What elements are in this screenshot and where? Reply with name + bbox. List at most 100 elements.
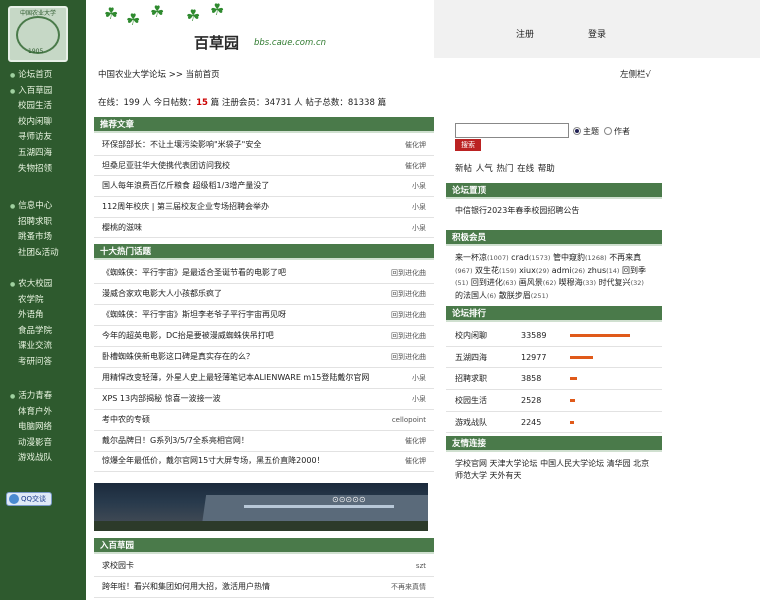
post-title[interactable]: 《蜘蛛侠：平行宇宙》斯坦李老爷子平行宇宙再见呀 xyxy=(102,310,286,319)
list-item[interactable]: 坦桑尼亚驻华大使携代表团访问我校 催化钾 xyxy=(94,156,434,177)
nav-item[interactable]: 农学院 xyxy=(0,293,86,309)
member-name[interactable]: crad xyxy=(511,253,529,262)
nav-item[interactable]: 五湖四海 xyxy=(0,146,86,162)
post-author[interactable]: 催化钾 xyxy=(405,451,426,471)
post-author[interactable]: 回到进化曲 xyxy=(391,347,426,367)
left-sidebar-toggle[interactable]: 左侧栏√ xyxy=(620,68,651,80)
post-author[interactable]: 回到进化曲 xyxy=(391,326,426,346)
post-author[interactable]: 催化钾 xyxy=(405,156,426,176)
post-title[interactable]: 樱桃的滋味 xyxy=(102,223,142,232)
post-title[interactable]: 卧槽蜘蛛侠新电影这口碑是真实存在的么？ xyxy=(102,352,254,361)
nav-item[interactable]: 游戏战队 xyxy=(0,451,86,467)
post-author[interactable]: 小泉 xyxy=(412,389,426,409)
post-author[interactable]: szt xyxy=(416,556,426,576)
nav-item[interactable]: 农大校园 xyxy=(0,277,86,293)
search-button[interactable]: 搜索 xyxy=(455,139,481,151)
post-author[interactable]: 回到进化曲 xyxy=(391,284,426,304)
post-title[interactable]: 跨年啦！看兴和集团如何用大招，激活用户热情 xyxy=(102,582,270,591)
post-title[interactable]: 戴尔品牌日！G系列3/5/7全系亮相官网！ xyxy=(102,436,249,445)
login-link[interactable]: 登录 xyxy=(588,27,606,40)
post-author[interactable]: 不再来真情 xyxy=(391,577,426,597)
nav-item[interactable]: 电脑网络 xyxy=(0,420,86,436)
list-item[interactable]: XPS 13内部揭秘 惊喜一波接一波 小泉 xyxy=(94,389,434,410)
breadcrumb[interactable]: 中国农业大学论坛 >> 当前首页 xyxy=(98,68,220,80)
list-item[interactable]: 樱桃的滋味 小泉 xyxy=(94,218,434,239)
member-name[interactable]: 散朕步眉 xyxy=(499,291,531,300)
ranking-row[interactable]: 校园生活 2528 xyxy=(446,390,662,412)
ranking-row[interactable]: 游戏战队 2245 xyxy=(446,412,662,434)
nav-item[interactable]: 校内闲聊 xyxy=(0,115,86,131)
post-author[interactable]: 小泉 xyxy=(412,176,426,196)
member-name[interactable]: admi xyxy=(552,266,572,275)
nav-item[interactable]: 校园生活 xyxy=(0,99,86,115)
list-item[interactable]: 惊爆全年最低价，戴尔官网15寸大屏专场，黑五价直降2000！ 催化钾 xyxy=(94,451,434,472)
post-author[interactable]: 回到进化曲 xyxy=(391,305,426,325)
board-name[interactable]: 招聘求职 xyxy=(455,368,487,389)
quick-links[interactable]: 新帖 人气 热门 在线 帮助 xyxy=(455,162,555,174)
member-name[interactable]: 管中窥豹 xyxy=(553,253,585,262)
friend-links[interactable]: 学校官网 天津大学论坛 中国人民大学论坛 清华园 北京师范大学 天外有天 xyxy=(446,452,662,487)
member-name[interactable]: 回到进化 xyxy=(471,278,503,287)
nav-item[interactable]: 失物招领 xyxy=(0,162,86,178)
list-item[interactable]: 112周年校庆 | 第三届校友企业专场招聘会举办 小泉 xyxy=(94,197,434,218)
post-author[interactable]: cellopoint xyxy=(392,410,426,430)
author-radio[interactable] xyxy=(604,127,612,135)
post-title[interactable]: 坦桑尼亚驻华大使携代表团访问我校 xyxy=(102,161,230,170)
post-title[interactable]: 环保部部长：不让土壤污染影响"米袋子"安全 xyxy=(102,140,261,149)
list-item[interactable]: 《蜘蛛侠：平行宇宙》斯坦李老爷子平行宇宙再见呀 回到进化曲 xyxy=(94,305,434,326)
list-item[interactable]: 《蜘蛛侠：平行宇宙》是最适合圣诞节看的电影了吧 回到进化曲 xyxy=(94,263,434,284)
post-title[interactable]: 考中农的专硕 xyxy=(102,415,150,424)
list-item[interactable]: 求校园卡 szt xyxy=(94,556,434,577)
nav-item[interactable]: 活力青春 xyxy=(0,389,86,405)
nav-item[interactable]: 动漫影音 xyxy=(0,436,86,452)
list-item[interactable]: 卧槽蜘蛛侠新电影这口碑是真实存在的么？ 回到进化曲 xyxy=(94,347,434,368)
nav-item[interactable]: 社团&活动 xyxy=(0,246,86,262)
nav-item[interactable]: 寻师访友 xyxy=(0,130,86,146)
member-name[interactable]: 不再来真 xyxy=(609,253,641,262)
nav-item[interactable]: 信息中心 xyxy=(0,199,86,215)
nav-item[interactable]: 招聘求职 xyxy=(0,215,86,231)
nav-item[interactable]: 入百草园 xyxy=(0,84,86,100)
member-name[interactable]: 来一杯凉 xyxy=(455,253,487,262)
promo-banner-image[interactable]: ⊙⊙⊙⊙⊙ xyxy=(94,483,428,531)
post-title[interactable]: XPS 13内部揭秘 惊喜一波接一波 xyxy=(102,394,221,403)
nav-item[interactable]: 外语角 xyxy=(0,308,86,324)
qq-chat-button[interactable]: QQ交谈 xyxy=(6,492,52,506)
board-name[interactable]: 五湖四海 xyxy=(455,347,487,368)
nav-item[interactable]: 体育户外 xyxy=(0,405,86,421)
list-item[interactable]: 今年的超英电影，DC抬是要被漫威蜘蛛侠吊打吧 回到进化曲 xyxy=(94,326,434,347)
topic-radio[interactable] xyxy=(573,127,581,135)
ranking-row[interactable]: 招聘求职 3858 xyxy=(446,368,662,391)
university-logo[interactable]: 中国农业大学 1905 xyxy=(8,6,68,62)
member-name[interactable]: zhus xyxy=(588,266,607,275)
ranking-row[interactable]: 五湖四海 12977 xyxy=(446,347,662,369)
post-title[interactable]: 今年的超英电影，DC抬是要被漫威蜘蛛侠吊打吧 xyxy=(102,331,274,340)
list-item[interactable]: 国人每年浪费百亿斤粮食 超级稻1/3增产量没了 小泉 xyxy=(94,176,434,198)
list-item[interactable]: 跨年啦！看兴和集团如何用大招，激活用户热情 不再来真情 xyxy=(94,577,434,598)
post-title[interactable]: 用精悍改变轻薄，外星人史上最轻薄笔记本ALIENWARE m15登陆戴尔官网 xyxy=(102,373,369,382)
list-item[interactable]: 考中农的专硕 cellopoint xyxy=(94,410,434,431)
member-name[interactable]: 喫穆海 xyxy=(559,278,583,287)
member-name[interactable]: 双生花 xyxy=(475,266,499,275)
member-name[interactable]: xiux xyxy=(519,266,536,275)
board-name[interactable]: 游戏战队 xyxy=(455,412,487,433)
nav-item[interactable]: 考研问答 xyxy=(0,355,86,371)
post-author[interactable]: 小泉 xyxy=(412,368,426,388)
search-input[interactable] xyxy=(455,123,569,138)
post-author[interactable]: 催化钾 xyxy=(405,135,426,155)
post-author[interactable]: 催化钾 xyxy=(405,431,426,451)
site-banner[interactable]: ☘ ☘ ☘ ☘ ☘ 百草园 bbs.caue.com.cn xyxy=(90,0,433,58)
member-name[interactable]: 回到季 xyxy=(622,266,646,275)
ranking-row[interactable]: 校内闲聊 33589 xyxy=(446,325,662,347)
list-item[interactable]: 漫威合家欢电影大人小孩都乐疯了 回到进化曲 xyxy=(94,284,434,305)
register-link[interactable]: 注册 xyxy=(516,27,534,40)
nav-item[interactable]: 食品学院 xyxy=(0,324,86,340)
post-author[interactable]: 回到进化曲 xyxy=(391,263,426,283)
pinned-post[interactable]: 中信银行2023年春季校园招聘公告 xyxy=(446,199,662,223)
board-name[interactable]: 校园生活 xyxy=(455,390,487,411)
member-name[interactable]: 的法国人 xyxy=(455,291,487,300)
post-author[interactable]: 小泉 xyxy=(412,218,426,238)
list-item[interactable]: 用精悍改变轻薄，外星人史上最轻薄笔记本ALIENWARE m15登陆戴尔官网 小泉 xyxy=(94,368,434,389)
post-title[interactable]: 国人每年浪费百亿斤粮食 超级稻1/3增产量没了 xyxy=(102,181,269,190)
nav-item[interactable]: 课业交流 xyxy=(0,339,86,355)
